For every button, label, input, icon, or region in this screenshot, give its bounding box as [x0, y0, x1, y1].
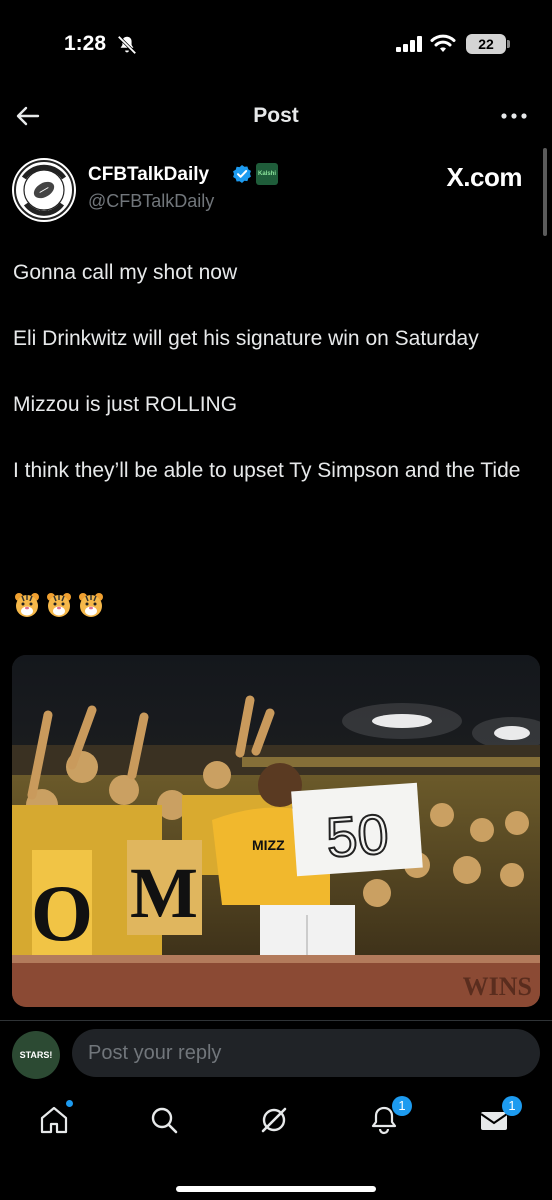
messages-count-badge: 1: [502, 1096, 522, 1116]
scroll-indicator[interactable]: [543, 148, 547, 236]
grok-icon: [261, 1107, 287, 1133]
tiger-face-icon: [79, 593, 103, 617]
post-body: Gonna call my shot now Eli Drinkwitz wil…: [13, 256, 533, 520]
nav-messages[interactable]: 1: [466, 1096, 522, 1140]
more-dots-icon[interactable]: [500, 108, 528, 124]
home-icon: [40, 1106, 68, 1134]
affiliate-badge[interactable]: Kalshi: [256, 163, 278, 185]
wifi-icon: [430, 34, 456, 52]
status-bar: 1:28 22: [0, 0, 552, 80]
post-author[interactable]: CFBTalkDaily Kalshi @CFBTalkDaily X.com: [0, 150, 552, 230]
home-indicator[interactable]: [176, 1186, 376, 1192]
author-display-name[interactable]: CFBTalkDaily: [88, 164, 209, 186]
nav-notifications[interactable]: 1: [356, 1096, 412, 1140]
photo-scene: O M MIZZ 50 WINS: [12, 655, 540, 1007]
page-title: Post: [253, 104, 299, 127]
sign: 50: [291, 782, 423, 877]
verified-check-icon: [233, 165, 251, 183]
top-bar: Post: [0, 88, 552, 144]
reply-bar: STARS! Post your reply: [0, 1020, 552, 1084]
nav-home[interactable]: [26, 1100, 82, 1140]
reply-input[interactable]: Post your reply: [72, 1029, 540, 1077]
source-watermark: X.com: [446, 162, 522, 192]
signal-icon: [396, 36, 422, 52]
post-paragraph: Mizzou is just ROLLING: [13, 393, 238, 416]
home-notification-dot: [66, 1100, 73, 1107]
battery-icon: 22: [466, 34, 506, 54]
tiger-face-icon: [15, 593, 39, 617]
wall-banner-text: WINS: [463, 972, 532, 1001]
jersey-text: MIZZ: [252, 837, 285, 853]
notifications-count-badge: 1: [392, 1096, 412, 1116]
battery-tip: [507, 40, 510, 48]
post-photo[interactable]: O M MIZZ 50 WINS: [12, 655, 540, 1007]
nav-grok[interactable]: [246, 1100, 302, 1140]
status-time: 1:28: [64, 32, 107, 55]
search-icon: [151, 1107, 178, 1134]
user-avatar-label: STARS!: [19, 1050, 53, 1060]
post-paragraph: Gonna call my shot now: [13, 261, 238, 284]
user-avatar[interactable]: STARS!: [12, 1031, 60, 1079]
sign-text: 50: [324, 802, 391, 869]
bell-off-icon: [117, 35, 137, 55]
tiger-face-icon: [47, 593, 71, 617]
painted-letter-o: O: [31, 870, 93, 958]
post-paragraph: I think they’ll be able to upset Ty Simp…: [13, 459, 521, 482]
bottom-nav: 1 1: [0, 1086, 552, 1200]
emoji-row: [14, 592, 104, 618]
author-avatar[interactable]: [12, 158, 76, 222]
author-handle: @CFBTalkDaily: [88, 191, 215, 211]
post-paragraph: Eli Drinkwitz will get his signature win…: [13, 327, 479, 350]
painted-letter-m: M: [130, 853, 198, 933]
nav-search[interactable]: [136, 1100, 192, 1140]
author-avatar-logo: [13, 159, 75, 221]
